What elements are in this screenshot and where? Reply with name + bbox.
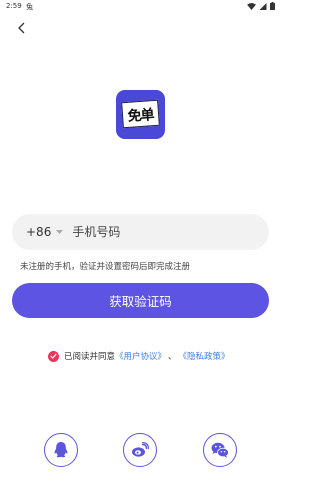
user-agreement-link[interactable]: 《用户协议》: [115, 350, 166, 362]
status-bar: 2:59 兔: [0, 0, 281, 14]
wifi-icon: [247, 2, 256, 10]
weibo-icon: [132, 442, 149, 457]
signal-icon: [259, 2, 267, 10]
battery-icon: [270, 2, 275, 10]
logo-text: 免单: [127, 107, 155, 125]
weibo-login-button[interactable]: [123, 433, 157, 467]
privacy-policy-link[interactable]: 《隐私政策》: [179, 350, 230, 362]
status-time: 2:59: [6, 2, 22, 10]
logo-badge: 免单: [121, 99, 160, 129]
register-hint: 未注册的手机，验证并设置密码后即完成注册: [20, 262, 191, 272]
agreement-separator: 、: [168, 352, 177, 362]
agreement-prefix: 已阅读并同意: [64, 352, 116, 362]
caret-down-icon[interactable]: [56, 229, 64, 235]
app-logo: 免单: [116, 90, 165, 139]
status-app-glyph: 兔: [26, 3, 33, 11]
phone-input-container[interactable]: +86: [12, 214, 269, 250]
wechat-icon: [211, 442, 229, 458]
agreement-row: 已阅读并同意 《用户协议》 、 《隐私政策》: [48, 350, 230, 362]
agreement-checkbox[interactable]: [48, 350, 59, 362]
wechat-login-button[interactable]: [203, 433, 237, 467]
qq-icon: [54, 442, 68, 458]
back-button[interactable]: [12, 18, 32, 38]
country-code-selector[interactable]: +86: [26, 225, 51, 239]
get-verification-code-button[interactable]: 获取验证码: [12, 283, 269, 318]
qq-login-button[interactable]: [44, 433, 78, 467]
check-icon: [50, 353, 57, 359]
status-icons: [247, 2, 275, 10]
chevron-left-icon: [18, 22, 25, 34]
phone-number-field[interactable]: [72, 225, 269, 239]
